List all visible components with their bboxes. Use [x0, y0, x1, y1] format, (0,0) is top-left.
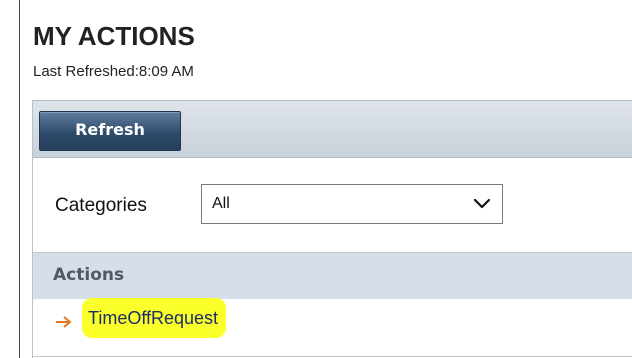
- actions-section-header: Actions: [33, 252, 632, 299]
- left-divider: [19, 0, 20, 358]
- categories-select[interactable]: All: [201, 184, 503, 224]
- categories-filter-row: Categories All: [33, 158, 632, 252]
- my-actions-page: MY ACTIONS Last Refreshed:8:09 AM Refres…: [0, 0, 632, 358]
- actions-header-label: Actions: [53, 265, 125, 285]
- timeoffrequest-link[interactable]: TimeOffRequest: [82, 298, 227, 338]
- last-refreshed-text: Last Refreshed:8:09 AM: [33, 63, 194, 80]
- panel-bottom-border: [32, 356, 632, 357]
- categories-label: Categories: [55, 195, 147, 216]
- page-title: MY ACTIONS: [33, 21, 195, 51]
- arrow-right-icon: [56, 316, 72, 328]
- categories-selected-value: All: [212, 195, 230, 212]
- chevron-down-icon: [473, 198, 491, 209]
- toolbar: Refresh: [33, 100, 632, 158]
- refresh-button[interactable]: Refresh: [39, 111, 181, 151]
- actions-panel: Refresh Categories All Actions TimeOffRe…: [32, 100, 632, 358]
